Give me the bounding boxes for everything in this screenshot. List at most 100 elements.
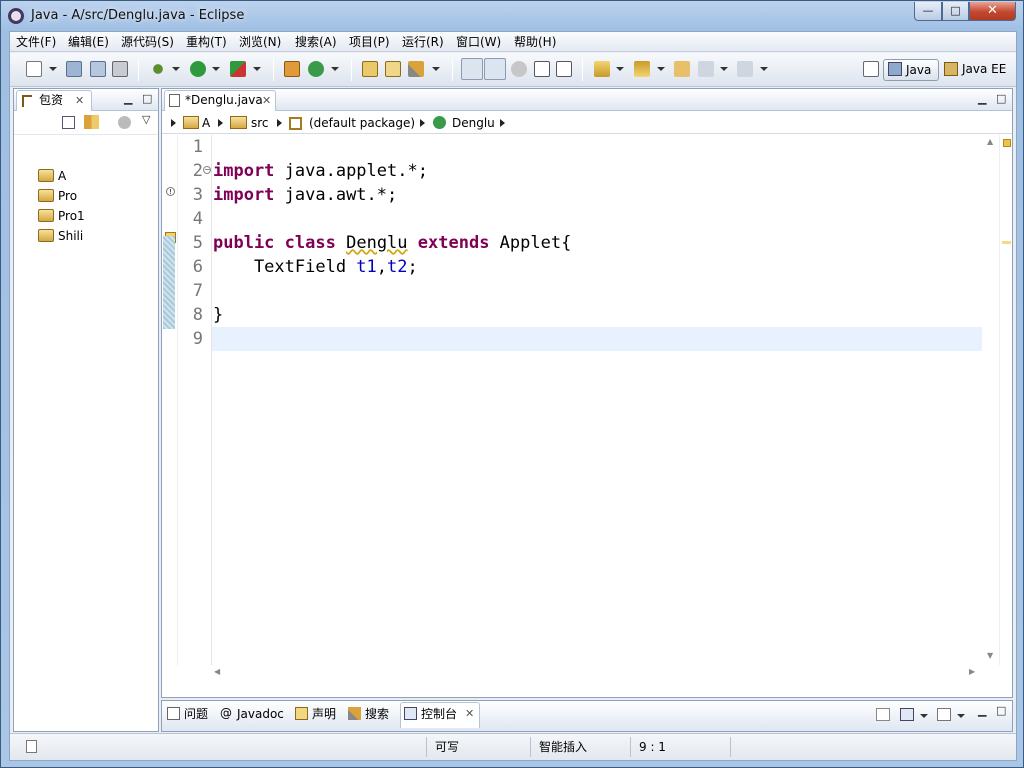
close-tab-icon[interactable]: ✕ bbox=[262, 91, 271, 110]
tab-problems[interactable]: 问题 bbox=[164, 703, 214, 725]
new-java-class-icon[interactable] bbox=[308, 61, 324, 77]
minimize-button[interactable]: — bbox=[914, 2, 942, 21]
breadcrumb-arrow-icon[interactable] bbox=[420, 119, 425, 127]
new-dropdown-icon[interactable] bbox=[49, 67, 57, 71]
scroll-up-icon[interactable]: ▲ bbox=[987, 137, 993, 146]
breadcrumb-arrow-icon[interactable] bbox=[500, 119, 505, 127]
horizontal-scrollbar[interactable]: ◀ ▶ bbox=[212, 665, 983, 681]
menu-project[interactable]: 项目(P) bbox=[343, 32, 396, 52]
field-name: t2 bbox=[387, 257, 408, 277]
new-java-package-icon[interactable] bbox=[284, 61, 300, 77]
close-tab-icon[interactable]: ✕ bbox=[465, 703, 474, 725]
mark-occurrences-icon[interactable] bbox=[484, 58, 506, 80]
toggle-breadcrumb-icon[interactable] bbox=[461, 58, 483, 80]
perspective-java-button[interactable]: Java bbox=[883, 59, 939, 81]
menu-source[interactable]: 源代码(S) bbox=[115, 32, 180, 52]
toggle-block-selection-icon[interactable] bbox=[511, 61, 527, 77]
minimize-view-icon[interactable]: ▁ bbox=[978, 704, 986, 717]
previous-annotation-icon[interactable] bbox=[634, 61, 650, 77]
filter-icon[interactable] bbox=[118, 116, 131, 129]
last-edit-location-icon[interactable] bbox=[674, 61, 690, 77]
minimize-editor-icon[interactable]: ▁ bbox=[978, 92, 986, 105]
overview-marker[interactable] bbox=[1002, 241, 1011, 244]
open-type-icon[interactable] bbox=[362, 61, 378, 77]
tree-item-project[interactable]: Pro1 bbox=[38, 206, 85, 226]
menu-file[interactable]: 文件(F) bbox=[10, 32, 62, 52]
maximize-view-icon[interactable]: □ bbox=[996, 704, 1006, 717]
new-class-dropdown-icon[interactable] bbox=[331, 67, 339, 71]
new-icon[interactable] bbox=[26, 61, 42, 77]
search-icon bbox=[348, 707, 361, 720]
open-task-icon[interactable] bbox=[385, 61, 401, 77]
breadcrumb-package[interactable]: (default package) bbox=[309, 112, 415, 134]
scroll-down-icon[interactable]: ▼ bbox=[987, 651, 993, 660]
forward-icon[interactable] bbox=[737, 61, 753, 77]
editor-tab-denglu[interactable]: *Denglu.java ✕ bbox=[164, 90, 276, 111]
scroll-right-icon[interactable]: ▶ bbox=[969, 667, 975, 676]
save-icon[interactable] bbox=[66, 61, 82, 77]
tab-javadoc[interactable]: @ Javadoc bbox=[217, 703, 289, 725]
run-icon[interactable] bbox=[190, 61, 206, 77]
search-dropdown-icon[interactable] bbox=[432, 67, 440, 71]
open-perspective-icon[interactable] bbox=[863, 61, 879, 77]
open-console-dropdown-icon[interactable] bbox=[957, 714, 965, 718]
vertical-scrollbar[interactable]: ▲ ▼ bbox=[983, 135, 999, 665]
fold-icon[interactable]: − bbox=[203, 166, 211, 174]
overview-ruler[interactable] bbox=[999, 135, 1012, 665]
save-all-icon[interactable] bbox=[90, 61, 106, 77]
display-console-dropdown-icon[interactable] bbox=[920, 714, 928, 718]
tab-declaration[interactable]: 声明 bbox=[292, 703, 342, 725]
close-tab-icon[interactable]: ✕ bbox=[75, 91, 84, 110]
external-tools-dropdown-icon[interactable] bbox=[253, 67, 261, 71]
maximize-button[interactable]: □ bbox=[942, 2, 969, 21]
forward-dropdown-icon[interactable] bbox=[760, 67, 768, 71]
search-icon[interactable] bbox=[408, 61, 424, 77]
breadcrumb-project[interactable]: A bbox=[202, 112, 210, 134]
tree-item-project[interactable]: Pro bbox=[38, 186, 77, 206]
view-menu-icon[interactable]: ▽ bbox=[142, 113, 150, 126]
tree-item-project[interactable]: A bbox=[38, 166, 66, 186]
breadcrumb-src[interactable]: src bbox=[251, 112, 269, 134]
package-explorer-tab[interactable]: 包资 ✕ bbox=[16, 90, 92, 111]
external-tools-icon[interactable] bbox=[230, 61, 246, 77]
display-console-icon[interactable] bbox=[900, 708, 914, 721]
tree-item-project[interactable]: Shili bbox=[38, 226, 83, 246]
minimize-view-icon[interactable]: ▁ bbox=[124, 92, 132, 105]
breadcrumb-arrow-icon[interactable] bbox=[218, 119, 223, 127]
link-with-editor-icon[interactable] bbox=[84, 115, 99, 129]
close-button[interactable]: ✕ bbox=[969, 2, 1016, 21]
menu-navigate[interactable]: 浏览(N) bbox=[233, 32, 287, 52]
tab-search[interactable]: 搜索 bbox=[345, 703, 397, 725]
maximize-view-icon[interactable]: □ bbox=[142, 92, 152, 105]
print-icon[interactable] bbox=[112, 61, 128, 77]
tab-console[interactable]: 控制台 ✕ bbox=[400, 702, 480, 728]
maximize-editor-icon[interactable]: □ bbox=[996, 92, 1006, 105]
code-area[interactable]: import java.applet.*; import java.awt.*;… bbox=[212, 135, 982, 665]
run-dropdown-icon[interactable] bbox=[212, 67, 220, 71]
overview-warning-icon[interactable] bbox=[1003, 139, 1011, 147]
breadcrumb-arrow-icon[interactable] bbox=[277, 119, 282, 127]
menu-edit[interactable]: 编辑(E) bbox=[62, 32, 115, 52]
fast-view-icon[interactable] bbox=[26, 740, 37, 753]
menu-help[interactable]: 帮助(H) bbox=[508, 32, 562, 52]
pin-console-icon[interactable] bbox=[876, 708, 890, 721]
collapse-all-icon[interactable] bbox=[62, 116, 75, 129]
debug-icon[interactable] bbox=[150, 61, 166, 77]
menu-refactor[interactable]: 重构(T) bbox=[180, 32, 233, 52]
next-annotation-dropdown-icon[interactable] bbox=[616, 67, 624, 71]
breadcrumb-arrow-icon[interactable] bbox=[171, 119, 176, 127]
previous-annotation-dropdown-icon[interactable] bbox=[657, 67, 665, 71]
show-source-icon[interactable] bbox=[534, 61, 550, 77]
show-whitespace-icon[interactable] bbox=[556, 61, 572, 77]
debug-dropdown-icon[interactable] bbox=[172, 67, 180, 71]
menu-search[interactable]: 搜索(A) bbox=[289, 32, 343, 52]
open-console-icon[interactable] bbox=[937, 708, 951, 721]
perspective-javaee-button[interactable]: Java EE bbox=[942, 59, 1010, 81]
back-dropdown-icon[interactable] bbox=[720, 67, 728, 71]
next-annotation-icon[interactable] bbox=[594, 61, 610, 77]
scroll-left-icon[interactable]: ◀ bbox=[214, 667, 220, 676]
menu-window[interactable]: 窗口(W) bbox=[450, 32, 507, 52]
menu-run[interactable]: 运行(R) bbox=[396, 32, 450, 52]
back-icon[interactable] bbox=[698, 61, 714, 77]
breadcrumb-class[interactable]: Denglu bbox=[452, 112, 495, 134]
